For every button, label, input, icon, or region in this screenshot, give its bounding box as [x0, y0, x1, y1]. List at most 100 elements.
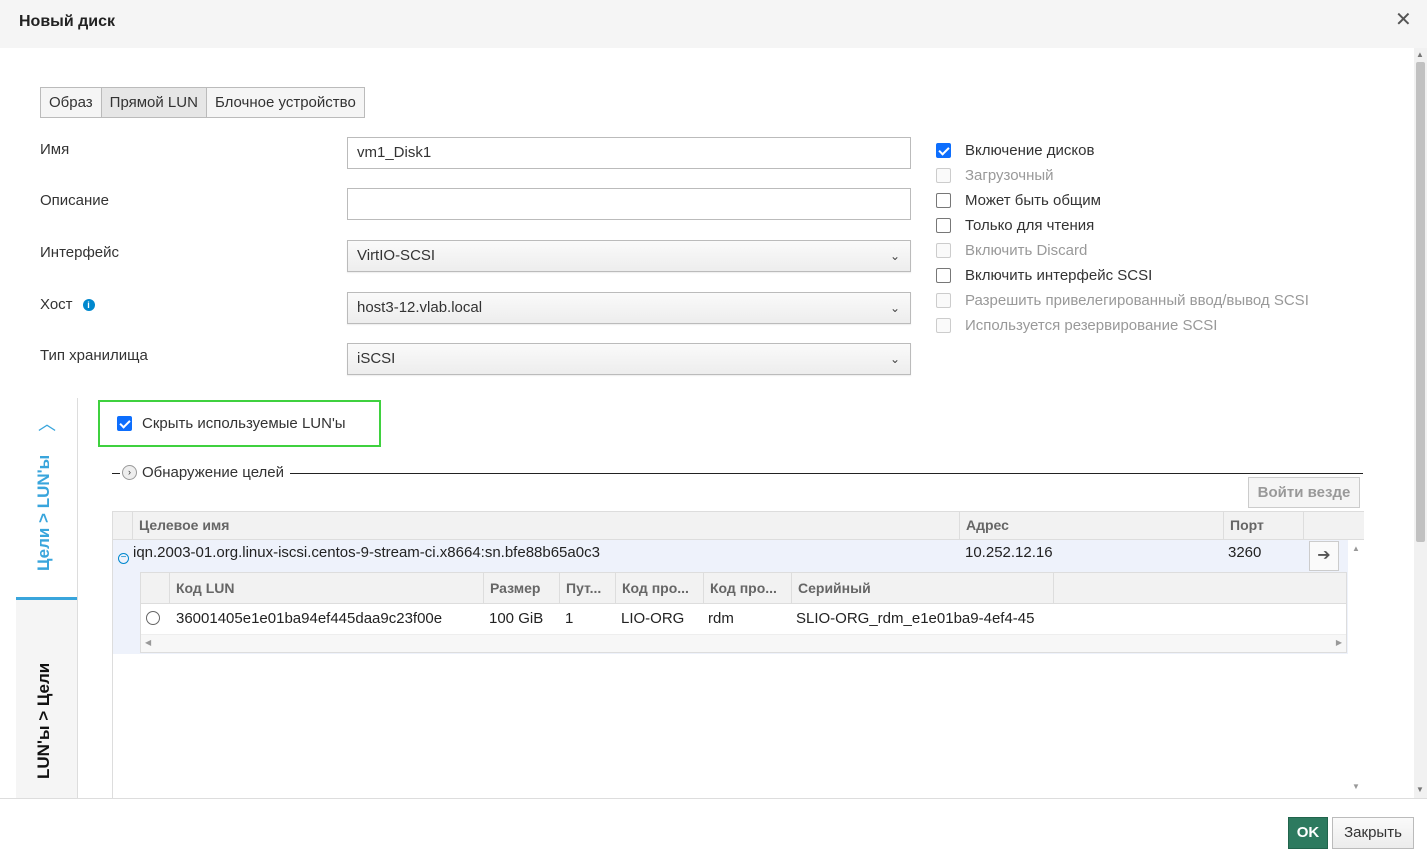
chevron-down-icon: ⌄ [889, 249, 900, 263]
lun-serial: SLIO-ORG_rdm_e1e01ba9-4ef4-45 [796, 610, 1035, 627]
col-port[interactable]: Порт [1223, 512, 1303, 539]
divider [112, 473, 1363, 474]
lun-panel: Код LUN Размер Пут... Код про... Код про… [113, 572, 1348, 654]
login-arrow-button[interactable]: ➔ [1309, 541, 1339, 571]
option-bootable: Загрузочный [936, 165, 1054, 185]
discovery-label: Обнаружение целей [142, 464, 285, 481]
checkbox[interactable] [936, 192, 951, 208]
info-icon[interactable]: i [82, 299, 95, 311]
lun-id: 36001405e1e01ba94ef445daa9c23f00e [176, 610, 443, 627]
collapse-icon[interactable]: − [118, 553, 129, 564]
option-activate-disk[interactable]: Включение дисков [936, 140, 1094, 160]
description-label: Описание [40, 192, 110, 209]
lun-table-hscroll[interactable]: ◀ ▶ [141, 634, 1346, 652]
login-all-button[interactable]: Войти везде [1248, 477, 1360, 508]
tab-direct-lun[interactable]: Прямой LUN [100, 87, 207, 118]
targets-table: Целевое имя Адрес Порт − iqn.2003-01.org… [112, 511, 1364, 798]
table-row[interactable]: 36001405e1e01ba94ef445daa9c23f00e 100 Gi… [141, 604, 1346, 634]
tab-block-device[interactable]: Блочное устройство [205, 87, 365, 118]
lun-product: rdm [708, 610, 734, 627]
side-tabs: ︿ Цели > LUN'ы LUN'ы > Цели [16, 398, 78, 798]
option-label: Только для чтения [965, 216, 1095, 234]
option-label: Включить интерфейс SCSI [965, 266, 1153, 284]
host-label: Хост [40, 296, 73, 313]
storage-type-label: Тип хранилища [40, 347, 148, 364]
storage-type-select[interactable]: iSCSI ⌄ [347, 343, 911, 375]
scroll-up-icon[interactable]: ▲ [1352, 544, 1360, 553]
chevron-down-icon: ⌄ [889, 301, 900, 315]
checkbox[interactable] [936, 217, 951, 233]
col-address[interactable]: Адрес [959, 512, 1223, 539]
close-button[interactable]: Закрыть [1332, 817, 1414, 849]
discovery-toggle[interactable]: › Обнаружение целей [120, 464, 291, 481]
table-row[interactable]: − iqn.2003-01.org.linux-iscsi.centos-9-s… [113, 540, 1348, 572]
checkbox [936, 242, 951, 258]
name-label: Имя [40, 141, 70, 158]
table-header: Целевое имя Адрес Порт [113, 511, 1364, 540]
scroll-down-icon[interactable]: ▼ [1352, 782, 1360, 791]
host-select[interactable]: host3-12.vlab.local ⌄ [347, 292, 911, 324]
checkbox [936, 317, 951, 333]
side-tabs-divider [77, 398, 78, 798]
name-input[interactable]: vm1_Disk1 [347, 137, 911, 169]
option-label: Загрузочный [965, 166, 1054, 184]
interface-select[interactable]: VirtIO-SCSI ⌄ [347, 240, 911, 272]
dialog-scrollbar[interactable]: ▲ ▼ [1414, 48, 1427, 798]
checkbox[interactable] [936, 142, 951, 158]
lun-table: Код LUN Размер Пут... Код про... Код про… [140, 572, 1347, 653]
option-discard: Включить Discard [936, 240, 1087, 260]
col-paths[interactable]: Пут... [559, 573, 615, 603]
scroll-down-icon[interactable]: ▼ [1416, 785, 1424, 794]
col-lun-id[interactable]: Код LUN [169, 573, 483, 603]
footer-divider [0, 798, 1427, 799]
col-actions [1303, 512, 1341, 539]
tab-targets-luns[interactable]: ︿ Цели > LUN'ы [16, 398, 78, 600]
target-port: 3260 [1228, 544, 1262, 561]
target-name: iqn.2003-01.org.linux-iscsi.centos-9-str… [133, 544, 600, 561]
col-target-name[interactable]: Целевое имя [132, 512, 959, 539]
tab-luns-targets-label: LUN'ы > Цели [34, 662, 53, 780]
checkbox[interactable] [936, 267, 951, 283]
option-privileged-io: Разрешить привелегированный ввод/вывод S… [936, 290, 1309, 310]
host-value: host3-12.vlab.local [357, 299, 483, 316]
option-label: Может быть общим [965, 191, 1101, 209]
col-size[interactable]: Размер [483, 573, 559, 603]
lun-table-header: Код LUN Размер Пут... Код про... Код про… [141, 573, 1346, 604]
disk-type-tabs: Образ Прямой LUN Блочное устройство [40, 87, 365, 118]
interface-value: VirtIO-SCSI [357, 247, 436, 264]
option-shareable[interactable]: Может быть общим [936, 190, 1101, 210]
chevron-up-icon[interactable]: ︿ [38, 410, 56, 436]
col-serial[interactable]: Серийный [791, 573, 1053, 603]
checkbox[interactable] [117, 416, 132, 431]
tab-image[interactable]: Образ [40, 87, 102, 118]
col-empty [1053, 573, 1346, 603]
lun-select-radio[interactable] [146, 611, 160, 625]
lun-size: 100 GiB [489, 610, 544, 627]
target-discovery: › Обнаружение целей [112, 464, 1363, 484]
scroll-left-icon[interactable]: ◀ [145, 638, 151, 647]
option-label: Разрешить привелегированный ввод/вывод S… [965, 291, 1309, 309]
option-label: Используется резервирование SCSI [965, 316, 1218, 334]
description-input[interactable] [347, 188, 911, 220]
close-icon[interactable]: ✕ [1395, 10, 1412, 30]
option-label: Включение дисков [965, 141, 1095, 159]
host-label-row: Хост i [40, 296, 95, 313]
arrow-right-icon: ➔ [1317, 547, 1331, 564]
scrollbar-thumb[interactable] [1416, 62, 1425, 542]
lun-paths: 1 [565, 610, 574, 627]
option-label: Включить Discard [965, 241, 1088, 259]
targets-table-vscroll[interactable]: ▲ ▼ [1349, 540, 1364, 798]
tab-targets-luns-label: Цели > LUN'ы [34, 454, 53, 572]
chevron-right-icon[interactable]: › [122, 465, 137, 480]
storage-type-value: iSCSI [357, 350, 396, 367]
scroll-up-icon[interactable]: ▲ [1416, 50, 1424, 59]
checkbox [936, 292, 951, 308]
option-scsi-passthrough[interactable]: Включить интерфейс SCSI [936, 265, 1152, 285]
scroll-right-icon[interactable]: ▶ [1336, 638, 1342, 647]
col-product-id[interactable]: Код про... [703, 573, 791, 603]
option-read-only[interactable]: Только для чтения [936, 215, 1094, 235]
ok-button[interactable]: OK [1288, 817, 1328, 849]
hide-used-luns[interactable]: Скрыть используемые LUN'ы [98, 400, 381, 447]
col-vendor-id[interactable]: Код про... [615, 573, 703, 603]
hide-used-luns-label: Скрыть используемые LUN'ы [142, 415, 346, 432]
